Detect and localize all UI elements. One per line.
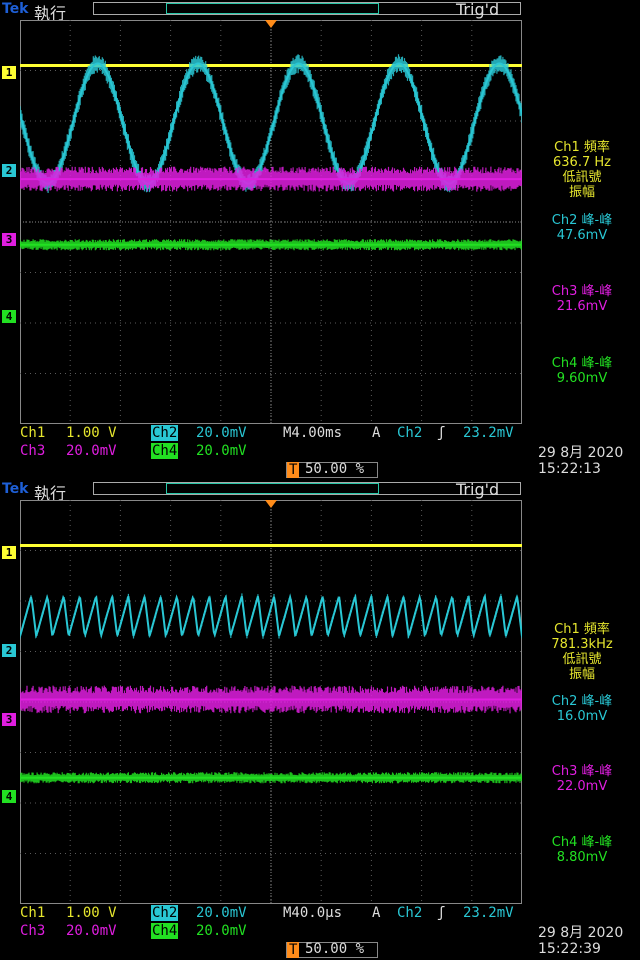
record-window (166, 483, 379, 494)
ch2-marker: 2 (2, 644, 16, 657)
measurement-ch2-pkpk: Ch2 峰-峰 16.0mV (524, 694, 640, 724)
measurement-ch4-pkpk: Ch4 峰-峰 8.80mV (524, 835, 640, 865)
meas-line: 低訊號 (562, 652, 602, 667)
measurement-ch2-pkpk: Ch2 峰-峰 47.6mV (524, 213, 640, 243)
ch4-marker: 4 (2, 310, 16, 323)
measurement-panel: Ch1 頻率 781.3kHz 低訊號 振幅 Ch2 峰-峰 16.0mV Ch… (524, 480, 640, 960)
trigger-level: 23.2mV (463, 905, 514, 921)
graticule (20, 20, 522, 424)
trigger-level: 23.2mV (463, 425, 514, 441)
ch3-marker: 3 (2, 713, 16, 726)
ch2-marker: 2 (2, 164, 16, 177)
trigger-position-marker (265, 20, 277, 28)
meas-line: Ch3 峰-峰 (551, 284, 613, 299)
meas-line: Ch2 峰-峰 (551, 694, 613, 709)
trigger-state: Trig'd (456, 480, 500, 499)
ch2-scale: 20.0mV (196, 905, 247, 921)
ch4-marker: 4 (2, 790, 16, 803)
measurement-ch3-pkpk: Ch3 峰-峰 21.6mV (524, 284, 640, 314)
ch1-label: Ch1 (20, 905, 46, 921)
datetime: 29 8月 2020 15:22:13 (538, 445, 623, 477)
meas-line: 8.80mV (556, 850, 608, 865)
trigger-source-label: A (372, 905, 381, 921)
meas-line: 9.60mV (556, 371, 608, 386)
datetime: 29 8月 2020 15:22:39 (538, 925, 623, 957)
meas-line: 47.6mV (556, 228, 608, 243)
scope-screen-1: Tek 執行 Trig'd 1 2 3 4 Ch1 頻率 636.7 Hz 低訊… (0, 0, 640, 480)
ch1-scale: 1.00 V (66, 905, 117, 921)
measurement-ch1-frequency: Ch1 頻率 781.3kHz 低訊號 振幅 (524, 622, 640, 682)
scope-screen-2: Tek 執行 Trig'd 1 2 3 4 Ch1 頻率 781.3kHz 低訊… (0, 480, 640, 960)
timebase: M40.0µs (283, 905, 343, 921)
meas-line: 22.0mV (556, 779, 608, 794)
ch4-scale: 20.0mV (196, 443, 247, 459)
ch4-label: Ch4 (151, 443, 179, 459)
brand-logo: Tek (2, 1, 29, 17)
trigger-channel: Ch2 (397, 425, 423, 441)
trigger-channel: Ch2 (397, 905, 423, 921)
meas-line: Ch1 頻率 (554, 622, 610, 637)
rising-edge-icon: ʃ (437, 905, 446, 921)
trigger-position-box: T 50.00 % (286, 941, 378, 958)
record-window (166, 3, 379, 14)
ch3-label: Ch3 (20, 923, 46, 939)
meas-line: Ch4 峰-峰 (551, 835, 613, 850)
ch1-label: Ch1 (20, 425, 46, 441)
meas-line: 振幅 (568, 185, 595, 200)
meas-line: 21.6mV (556, 299, 608, 314)
meas-line: 振幅 (568, 667, 595, 682)
ch2-scale: 20.0mV (196, 425, 247, 441)
ch2-label: Ch2 (151, 905, 179, 921)
trigger-t-icon: T (287, 462, 300, 478)
time: 15:22:13 (538, 461, 601, 477)
ch3-label: Ch3 (20, 443, 46, 459)
meas-line: Ch4 峰-峰 (551, 356, 613, 371)
time: 15:22:39 (538, 941, 601, 957)
meas-line: 781.3kHz (551, 637, 613, 652)
scope-settings-bar: Ch1 1.00 V Ch2 20.0mV M4.00ms A Ch2 ʃ 23… (0, 425, 640, 480)
meas-line: Ch1 頻率 (554, 140, 610, 155)
measurement-ch4-pkpk: Ch4 峰-峰 9.60mV (524, 356, 640, 386)
ch4-label: Ch4 (151, 923, 179, 939)
timebase: M4.00ms (283, 425, 343, 441)
ch1-marker: 1 (2, 66, 16, 79)
ch2-label: Ch2 (151, 425, 179, 441)
date: 29 8月 2020 (538, 445, 624, 461)
trigger-position-box: T 50.00 % (286, 461, 378, 478)
meas-line: 636.7 Hz (553, 155, 611, 170)
meas-line: 16.0mV (556, 709, 608, 724)
trigger-position: 50.00 % (305, 461, 365, 477)
trigger-source-label: A (372, 425, 381, 441)
trigger-position: 50.00 % (305, 941, 365, 957)
meas-line: 低訊號 (562, 170, 602, 185)
ch3-marker: 3 (2, 233, 16, 246)
date: 29 8月 2020 (538, 925, 624, 941)
rising-edge-icon: ʃ (437, 425, 446, 441)
meas-line: Ch3 峰-峰 (551, 764, 613, 779)
graticule (20, 500, 522, 904)
ch4-scale: 20.0mV (196, 923, 247, 939)
ch1-marker: 1 (2, 546, 16, 559)
measurement-ch1-frequency: Ch1 頻率 636.7 Hz 低訊號 振幅 (524, 140, 640, 200)
brand-logo: Tek (2, 481, 29, 497)
trigger-t-icon: T (287, 942, 300, 958)
scope-settings-bar: Ch1 1.00 V Ch2 20.0mV M40.0µs A Ch2 ʃ 23… (0, 905, 640, 960)
ch3-scale: 20.0mV (66, 443, 117, 459)
trigger-state: Trig'd (456, 0, 500, 19)
meas-line: Ch2 峰-峰 (551, 213, 613, 228)
measurement-panel: Ch1 頻率 636.7 Hz 低訊號 振幅 Ch2 峰-峰 47.6mV Ch… (524, 0, 640, 480)
trigger-position-marker (265, 500, 277, 508)
ch3-scale: 20.0mV (66, 923, 117, 939)
measurement-ch3-pkpk: Ch3 峰-峰 22.0mV (524, 764, 640, 794)
ch1-scale: 1.00 V (66, 425, 117, 441)
